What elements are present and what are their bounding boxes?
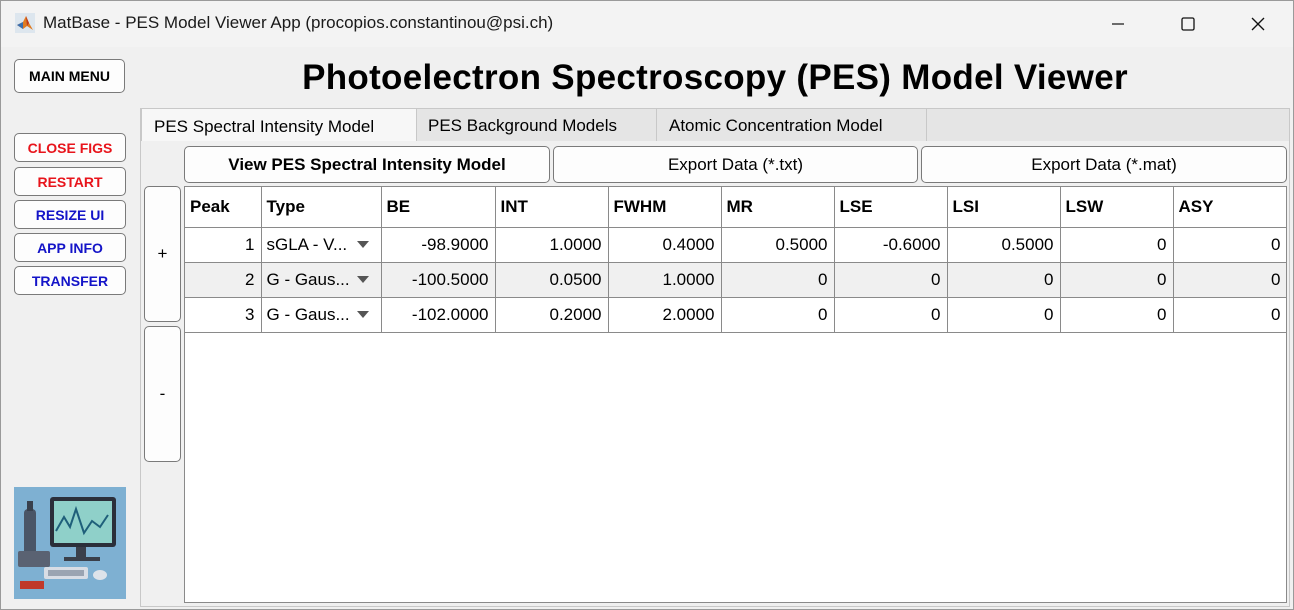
minimize-button[interactable] xyxy=(1083,1,1153,47)
page-title: Photoelectron Spectroscopy (PES) Model V… xyxy=(302,58,1128,97)
int-cell[interactable]: 1.0000 xyxy=(495,227,609,263)
lse-cell[interactable]: 0 xyxy=(834,297,948,333)
close-window-button[interactable] xyxy=(1223,1,1293,47)
peak-cell[interactable]: 1 xyxy=(185,227,262,263)
transfer-button[interactable]: TRANSFER xyxy=(14,266,126,295)
mr-cell[interactable]: 0 xyxy=(721,297,835,333)
type-value: sGLA - V... xyxy=(266,234,348,254)
table-row: 3 G - Gaus... -102.0000 0.2000 2.0000 0 … xyxy=(185,297,1286,333)
chevron-down-icon[interactable] xyxy=(356,310,369,318)
column-header: LSE xyxy=(834,187,948,228)
type-dropdown[interactable]: G - Gaus... xyxy=(261,262,382,298)
column-header: MR xyxy=(721,187,835,228)
app-info-button[interactable]: APP INFO xyxy=(14,233,126,262)
peak-cell[interactable]: 2 xyxy=(185,262,262,298)
asy-cell[interactable]: 0 xyxy=(1173,297,1286,333)
column-header: BE xyxy=(381,187,496,228)
column-header: INT xyxy=(495,187,609,228)
tab-background-models[interactable]: PES Background Models xyxy=(416,108,657,143)
type-dropdown[interactable]: sGLA - V... xyxy=(261,227,382,263)
column-header: FWHM xyxy=(608,187,722,228)
type-dropdown[interactable]: G - Gaus... xyxy=(261,297,382,333)
maximize-icon xyxy=(1181,17,1195,31)
peak-table-grid: Peak Type BE INT FWHM MR LSE LSI LSW ASY… xyxy=(185,187,1286,333)
lsi-cell[interactable]: 0 xyxy=(947,297,1061,333)
chevron-down-icon[interactable] xyxy=(356,240,369,248)
table-row: 2 G - Gaus... -100.5000 0.0500 1.0000 0 … xyxy=(185,262,1286,298)
peak-cell[interactable]: 3 xyxy=(185,297,262,333)
column-header: Peak xyxy=(185,187,262,228)
add-row-button[interactable]: + xyxy=(144,186,181,322)
remove-row-button[interactable]: - xyxy=(144,326,181,462)
be-cell[interactable]: -98.9000 xyxy=(381,227,496,263)
lsi-cell[interactable]: 0 xyxy=(947,262,1061,298)
lse-cell[interactable]: 0 xyxy=(834,262,948,298)
column-header: LSI xyxy=(947,187,1061,228)
peak-table: Peak Type BE INT FWHM MR LSE LSI LSW ASY… xyxy=(184,186,1287,603)
tab-bar: PES Spectral Intensity Model PES Backgro… xyxy=(140,108,1290,144)
title-bar: MatBase - PES Model Viewer App (procopio… xyxy=(1,1,1293,47)
tab-atomic-concentration[interactable]: Atomic Concentration Model xyxy=(657,108,927,143)
column-header: Type xyxy=(261,187,382,228)
tab-spectral-intensity[interactable]: PES Spectral Intensity Model xyxy=(141,108,417,144)
mr-cell[interactable]: 0 xyxy=(721,262,835,298)
main-menu-button[interactable]: MAIN MENU xyxy=(14,59,125,93)
close-icon xyxy=(1251,17,1265,31)
int-cell[interactable]: 0.0500 xyxy=(495,262,609,298)
export-mat-button[interactable]: Export Data (*.mat) xyxy=(921,146,1287,183)
resize-ui-button[interactable]: RESIZE UI xyxy=(14,200,126,229)
lsi-cell[interactable]: 0.5000 xyxy=(947,227,1061,263)
int-cell[interactable]: 0.2000 xyxy=(495,297,609,333)
restart-button[interactable]: RESTART xyxy=(14,167,126,196)
window-title: MatBase - PES Model Viewer App (procopio… xyxy=(43,13,554,32)
asy-cell[interactable]: 0 xyxy=(1173,262,1286,298)
type-value: G - Gaus... xyxy=(266,269,350,289)
be-cell[interactable]: -102.0000 xyxy=(381,297,496,333)
chevron-down-icon[interactable] xyxy=(356,275,369,283)
fwhm-cell[interactable]: 0.4000 xyxy=(608,227,722,263)
export-txt-button[interactable]: Export Data (*.txt) xyxy=(553,146,918,183)
lsw-cell[interactable]: 0 xyxy=(1060,297,1174,333)
column-header: ASY xyxy=(1173,187,1286,228)
table-row: 1 sGLA - V... -98.9000 1.0000 0.4000 0.5… xyxy=(185,227,1286,263)
maximize-button[interactable] xyxy=(1153,1,1223,47)
app-logo-image xyxy=(14,487,126,599)
column-header: LSW xyxy=(1060,187,1174,228)
minimize-icon xyxy=(1112,23,1124,25)
fwhm-cell[interactable]: 2.0000 xyxy=(608,297,722,333)
close-figs-button[interactable]: CLOSE FIGS xyxy=(14,133,126,162)
lsw-cell[interactable]: 0 xyxy=(1060,227,1174,263)
table-header-row: Peak Type BE INT FWHM MR LSE LSI LSW ASY xyxy=(185,187,1286,228)
mr-cell[interactable]: 0.5000 xyxy=(721,227,835,263)
fwhm-cell[interactable]: 1.0000 xyxy=(608,262,722,298)
be-cell[interactable]: -100.5000 xyxy=(381,262,496,298)
type-value: G - Gaus... xyxy=(266,304,350,324)
asy-cell[interactable]: 0 xyxy=(1173,227,1286,263)
matlab-icon xyxy=(15,13,35,33)
view-model-button[interactable]: View PES Spectral Intensity Model xyxy=(184,146,550,183)
lsw-cell[interactable]: 0 xyxy=(1060,262,1174,298)
lse-cell[interactable]: -0.6000 xyxy=(834,227,948,263)
app-window: MatBase - PES Model Viewer App (procopio… xyxy=(0,0,1294,610)
